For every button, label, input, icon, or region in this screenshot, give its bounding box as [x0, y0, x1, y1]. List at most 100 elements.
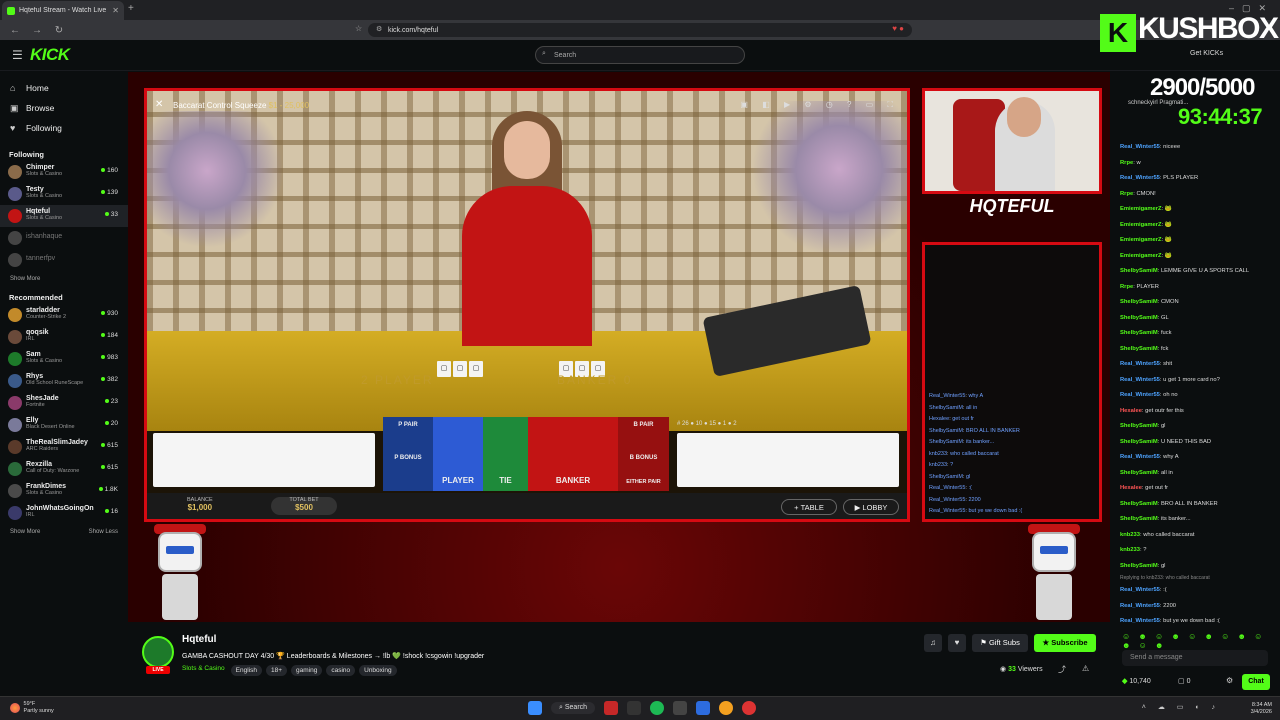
channel-points[interactable]: ◆ 10,740 — [1122, 677, 1151, 685]
chat-username[interactable]: EmiemigamerZ — [1120, 237, 1162, 243]
tag[interactable]: Unboxing — [359, 665, 397, 676]
chat-message[interactable]: ShelbySamiM: BRO ALL IN BANKER — [1120, 497, 1278, 513]
tag[interactable]: gaming — [291, 665, 323, 676]
taskbar-search[interactable]: ⌕ Search — [551, 702, 596, 714]
spotify-icon[interactable] — [650, 701, 665, 715]
lobby-button[interactable]: ▶ LOBBY — [843, 499, 899, 515]
bet-b-pair[interactable]: B PAIR B BONUS EITHER PAIR — [618, 417, 669, 491]
chat-message[interactable]: Real_Winter55: why A — [1120, 450, 1278, 466]
sidebar-following[interactable]: ♥ Following — [0, 118, 128, 138]
chat-message[interactable]: knb233: ? — [1120, 543, 1278, 559]
sidebar-channel[interactable]: Elly Black Desert Online 20 — [0, 414, 128, 436]
close-game-icon[interactable]: ✕ — [155, 99, 163, 110]
sidebar-channel[interactable]: ishanhaque — [0, 227, 128, 249]
bet-player[interactable]: PLAYER — [433, 417, 483, 491]
chat-message[interactable]: EmiemigamerZ: 🐸 — [1120, 249, 1278, 265]
tag[interactable]: 18+ — [265, 665, 287, 676]
chat-username[interactable]: ShelbySamiM — [1120, 439, 1158, 445]
app-icon[interactable] — [627, 701, 642, 715]
sidebar-channel[interactable]: JohnWhatsGoingOn IRL 16 — [0, 502, 128, 524]
chat-message[interactable]: EmiemigamerZ: 🐸 — [1120, 218, 1278, 234]
show-more-label[interactable]: Show More — [10, 276, 40, 282]
app-icon[interactable] — [696, 701, 711, 715]
chat-message[interactable]: ShelbySamiM: U NEED THIS BAD — [1120, 435, 1278, 451]
chat-message[interactable]: ShelbySamiM: all in — [1120, 466, 1278, 482]
chat-message[interactable]: ShelbySamiM: LEMME GIVE U A SPORTS CALL — [1120, 264, 1278, 280]
notifications-icon[interactable]: ♫ — [924, 634, 942, 652]
forward-icon[interactable]: → — [30, 25, 44, 36]
chat-message[interactable]: Real_Winter55: niceee — [1120, 140, 1278, 156]
chat-message[interactable]: EmiemigamerZ: 🐸 — [1120, 233, 1278, 249]
sidebar-channel[interactable]: Rexzilla Call of Duty: Warzone 615 — [0, 458, 128, 480]
stream-category[interactable]: Slots & Casino — [182, 665, 225, 676]
table-button[interactable]: + TABLE — [781, 499, 837, 515]
show-more-button[interactable]: Show More — [10, 529, 40, 535]
chat-username[interactable]: ShelbySamiM — [1120, 470, 1158, 476]
chat-message[interactable]: Hexalee: get outr fer this — [1120, 404, 1278, 420]
chat-message[interactable]: Rrpe: CMON! — [1120, 187, 1278, 203]
gift-subs-button[interactable]: ⚑ Gift Subs — [972, 634, 1028, 652]
new-tab-icon[interactable]: + — [128, 3, 134, 14]
site-info-icon[interactable]: ⚙ — [376, 25, 382, 33]
chat-username[interactable]: Rrpe — [1120, 284, 1133, 290]
chat-username[interactable]: knb233 — [1120, 547, 1140, 553]
following-show-more[interactable]: Show More — [0, 271, 128, 287]
show-less-button[interactable]: Show Less — [89, 529, 118, 535]
chat-message[interactable]: ShelbySamiM: gl — [1120, 559, 1278, 575]
chat-username[interactable]: Real_Winter55 — [1120, 392, 1160, 398]
channel-avatar[interactable] — [142, 636, 174, 668]
weather-widget[interactable]: 59°F Partly sunny — [10, 701, 54, 715]
chat-message[interactable]: ShelbySamiM: CMON — [1120, 295, 1278, 311]
chat-message[interactable]: ShelbySamiM: gl — [1120, 419, 1278, 435]
sidebar-channel[interactable]: tannerfpv — [0, 249, 128, 271]
chat-username[interactable]: ShelbySamiM — [1120, 268, 1158, 274]
chat-username[interactable]: Real_Winter55 — [1120, 377, 1160, 383]
chat-username[interactable]: EmiemigamerZ — [1120, 253, 1162, 259]
chat-username[interactable]: ShelbySamiM — [1120, 346, 1158, 352]
chat-message[interactable]: Rrpe: PLAYER — [1120, 280, 1278, 296]
chat-username[interactable]: Hexalee — [1120, 485, 1142, 491]
bet-banker[interactable]: BANKER — [528, 417, 618, 491]
chat-message[interactable]: ShelbySamiM: fck — [1120, 342, 1278, 358]
chat-settings-icon[interactable]: ⚙ — [1226, 676, 1233, 685]
tag[interactable]: casino — [326, 665, 356, 676]
chat-username[interactable]: ShelbySamiM — [1120, 516, 1158, 522]
sidebar-channel[interactable]: Hqteful Slots & Casino 33 — [0, 205, 128, 227]
chat-send-button[interactable]: Chat — [1242, 674, 1270, 690]
app-icon[interactable] — [742, 701, 757, 715]
chat-username[interactable]: ShelbySamiM — [1120, 501, 1158, 507]
chat-message[interactable]: Real_Winter55: shit — [1120, 357, 1278, 373]
channel-name[interactable]: Hqteful — [182, 634, 216, 645]
chat-message[interactable]: Real_Winter55: but ye we down bad :( — [1120, 614, 1278, 630]
chat-message[interactable]: ShelbySamiM: fuck — [1120, 326, 1278, 342]
chat-username[interactable]: Real_Winter55 — [1120, 603, 1160, 609]
system-tray-icons[interactable]: ˄ ☁ ▭ ◐ ♪ — [1142, 703, 1220, 711]
share-icon[interactable]: ⤴ — [1058, 664, 1066, 675]
clock[interactable]: 8:34 AM 3/4/2026 — [1251, 702, 1272, 716]
kicks-balance[interactable]: ▢ 0 — [1178, 677, 1190, 685]
sidebar-home[interactable]: ⌂ Home — [0, 78, 128, 98]
chat-username[interactable]: Real_Winter55 — [1120, 144, 1160, 150]
chat-username[interactable]: EmiemigamerZ — [1120, 222, 1162, 228]
extension-icon[interactable]: ♥ ● — [892, 24, 904, 33]
app-icon[interactable] — [604, 701, 619, 715]
browser-tab[interactable]: Hqteful Stream - Watch Live ✕ — [2, 1, 124, 20]
url-field[interactable]: ⚙ kick.com/hqteful ♥ ● — [368, 23, 912, 37]
chat-message[interactable]: Real_Winter55: u get 1 more card no? — [1120, 373, 1278, 389]
sidebar-channel[interactable]: Rhys Old School RuneScape 382 — [0, 370, 128, 392]
search-input[interactable]: ⌕ Search — [535, 46, 745, 64]
sidebar-browse[interactable]: ▣ Browse — [0, 98, 128, 118]
chrome-icon[interactable] — [719, 701, 734, 715]
bet-p-pair[interactable]: P PAIR P BONUS — [383, 417, 433, 491]
menu-icon[interactable]: ☰ — [12, 48, 23, 62]
sidebar-channel[interactable]: ShesJade Fortnite 23 — [0, 392, 128, 414]
subscribe-button[interactable]: ★ Subscribe — [1034, 634, 1096, 652]
follow-heart-icon[interactable]: ♥ — [948, 634, 966, 652]
chat-username[interactable]: EmiemigamerZ — [1120, 206, 1162, 212]
chat-username[interactable]: Rrpe — [1120, 191, 1133, 197]
back-icon[interactable]: ← — [8, 25, 22, 36]
kick-logo[interactable]: KICK — [30, 45, 70, 65]
sidebar-channel[interactable]: Testy Slots & Casino 139 — [0, 183, 128, 205]
chat-username[interactable]: knb233 — [1120, 532, 1140, 538]
chat-message[interactable]: ShelbySamiM: GL — [1120, 311, 1278, 327]
